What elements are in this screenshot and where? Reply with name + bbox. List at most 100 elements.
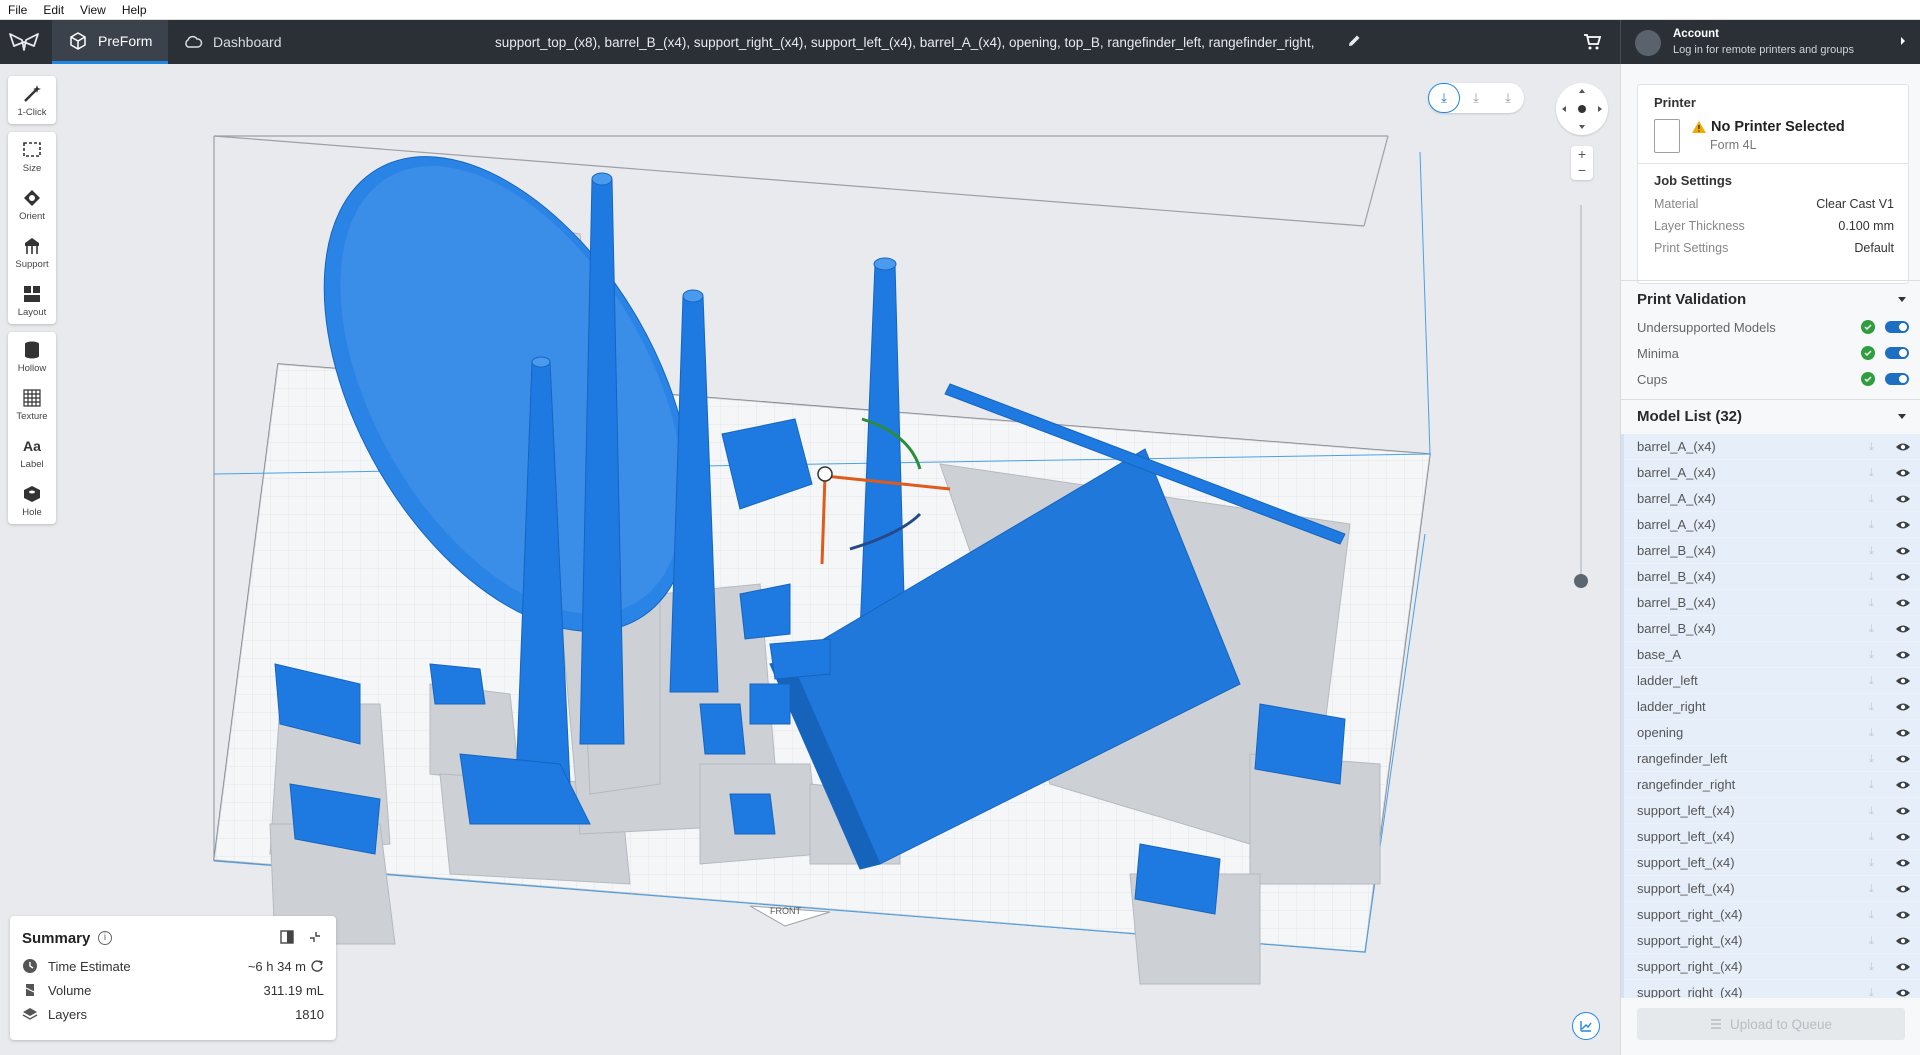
eye-icon[interactable] (1895, 493, 1911, 505)
view-mode-2-button[interactable]: ⤓ (1460, 83, 1492, 113)
menu-help[interactable]: Help (114, 3, 155, 17)
orientation-icon[interactable]: ⤓ (1869, 805, 1881, 817)
eye-icon[interactable] (1895, 701, 1911, 713)
orientation-icon[interactable]: ⤓ (1869, 987, 1881, 999)
info-icon[interactable]: i (98, 931, 112, 945)
eye-icon[interactable] (1895, 883, 1911, 895)
refresh-icon[interactable] (310, 959, 324, 973)
model-list-item[interactable]: support_left_(x4) ⤓ (1624, 798, 1920, 824)
orientation-icon[interactable]: ⤓ (1869, 519, 1881, 531)
model-list-item[interactable]: barrel_B_(x4) ⤓ (1624, 616, 1920, 642)
job-title[interactable]: support_top_(x8), barrel_B_(x4), support… (495, 20, 1314, 64)
eye-icon[interactable] (1895, 545, 1911, 557)
orientation-icon[interactable]: ⤓ (1869, 493, 1881, 505)
tool-orient[interactable]: Orient (8, 180, 56, 228)
minima-toggle[interactable] (1885, 347, 1909, 359)
eye-icon[interactable] (1895, 597, 1911, 609)
orientation-icon[interactable]: ⤓ (1869, 597, 1881, 609)
orientation-icon[interactable]: ⤓ (1869, 753, 1881, 765)
cups-toggle[interactable] (1885, 373, 1909, 385)
view-mode-3-button[interactable]: ⤓ (1492, 83, 1524, 113)
tool-layout[interactable]: Layout (8, 276, 56, 324)
tool-1click[interactable]: 1-Click (8, 76, 56, 124)
orientation-icon[interactable]: ⤓ (1869, 441, 1881, 453)
eye-icon[interactable] (1895, 779, 1911, 791)
zoom-out-button[interactable]: − (1571, 162, 1593, 178)
model-list-title[interactable]: Model List (32) (1637, 408, 1742, 425)
tab-preform[interactable]: PreForm (52, 20, 169, 64)
tool-size[interactable]: Size (8, 132, 56, 180)
orientation-icon[interactable]: ⤓ (1869, 779, 1881, 791)
model-list-item[interactable]: barrel_A_(x4) ⤓ (1624, 486, 1920, 512)
eye-icon[interactable] (1895, 987, 1911, 999)
eye-icon[interactable] (1895, 519, 1911, 531)
model-list-item[interactable]: barrel_A_(x4) ⤓ (1624, 434, 1920, 460)
tool-hollow[interactable]: Hollow (8, 332, 56, 380)
zoom-in-button[interactable]: + (1571, 146, 1593, 162)
upload-to-queue-button[interactable]: Upload to Queue (1637, 1008, 1905, 1040)
model-list-item[interactable]: barrel_A_(x4) ⤓ (1624, 512, 1920, 538)
eye-icon[interactable] (1895, 935, 1911, 947)
tool-support[interactable]: Support (8, 228, 56, 276)
layer-slider-track[interactable] (1580, 205, 1582, 585)
panel-toggle-icon[interactable] (280, 930, 294, 944)
model-list-item[interactable]: opening ⤓ (1624, 720, 1920, 746)
formlabs-logo-icon[interactable] (8, 28, 40, 56)
model-list-item[interactable]: support_left_(x4) ⤓ (1624, 824, 1920, 850)
orientation-icon[interactable]: ⤓ (1869, 857, 1881, 869)
layer-slider-handle[interactable] (1574, 574, 1588, 588)
menu-edit[interactable]: Edit (35, 3, 72, 17)
eye-icon[interactable] (1895, 857, 1911, 869)
camera-nav-pad[interactable] (1556, 83, 1608, 135)
cart-icon[interactable] (1582, 32, 1602, 52)
tool-hole[interactable]: Hole (8, 476, 56, 524)
orientation-icon[interactable]: ⤓ (1869, 701, 1881, 713)
eye-icon[interactable] (1895, 831, 1911, 843)
orientation-icon[interactable]: ⤓ (1869, 961, 1881, 973)
orientation-icon[interactable]: ⤓ (1869, 727, 1881, 739)
caret-down-icon[interactable] (1898, 414, 1906, 419)
view-mode-1-button[interactable]: ⤓ (1428, 83, 1460, 113)
model-list-item[interactable]: rangefinder_right ⤓ (1624, 772, 1920, 798)
eye-icon[interactable] (1895, 623, 1911, 635)
eye-icon[interactable] (1895, 649, 1911, 661)
tool-label[interactable]: Aa Label (8, 428, 56, 476)
printer-card[interactable]: Printer No Printer Selected Form 4L Job … (1637, 84, 1909, 284)
model-list-item[interactable]: support_right_(x4) ⤓ (1624, 928, 1920, 954)
model-list-item[interactable]: barrel_A_(x4) ⤓ (1624, 460, 1920, 486)
tool-texture[interactable]: Texture (8, 380, 56, 428)
account-button[interactable]: Account Log in for remote printers and g… (1620, 20, 1920, 64)
model-list-item[interactable]: barrel_B_(x4) ⤓ (1624, 590, 1920, 616)
caret-down-icon[interactable] (1898, 297, 1906, 302)
edit-pencil-icon[interactable] (1346, 33, 1362, 49)
print-validation-title[interactable]: Print Validation (1637, 291, 1746, 308)
orientation-icon[interactable]: ⤓ (1869, 909, 1881, 921)
model-list-item[interactable]: support_right_(x4) ⤓ (1624, 954, 1920, 980)
model-list-item[interactable]: support_right_(x4) ⤓ (1624, 902, 1920, 928)
model-list[interactable]: barrel_A_(x4) ⤓ barrel_A_(x4) ⤓ barrel_A_(x4… (1621, 434, 1920, 998)
eye-icon[interactable] (1895, 675, 1911, 687)
model-list-item[interactable]: barrel_B_(x4) ⤓ (1624, 564, 1920, 590)
orientation-icon[interactable]: ⤓ (1869, 883, 1881, 895)
orientation-icon[interactable]: ⤓ (1869, 675, 1881, 687)
model-list-item[interactable]: rangefinder_left ⤓ (1624, 746, 1920, 772)
eye-icon[interactable] (1895, 571, 1911, 583)
menu-view[interactable]: View (72, 3, 114, 17)
model-list-item[interactable]: ladder_right ⤓ (1624, 694, 1920, 720)
orientation-icon[interactable]: ⤓ (1869, 571, 1881, 583)
orientation-icon[interactable]: ⤓ (1869, 467, 1881, 479)
orientation-icon[interactable]: ⤓ (1869, 623, 1881, 635)
orientation-icon[interactable]: ⤓ (1869, 545, 1881, 557)
orientation-icon[interactable]: ⤓ (1869, 935, 1881, 947)
build-scene[interactable]: FRONT (0, 64, 1620, 1055)
collapse-icon[interactable] (308, 930, 322, 944)
scene-viewport[interactable]: FRONT 1-Click Size Orient Support Layout (0, 64, 1620, 1055)
orientation-icon[interactable]: ⤓ (1869, 649, 1881, 661)
eye-icon[interactable] (1895, 467, 1911, 479)
model-list-item[interactable]: barrel_B_(x4) ⤓ (1624, 538, 1920, 564)
model-list-item[interactable]: base_A ⤓ (1624, 642, 1920, 668)
tab-dashboard[interactable]: Dashboard (167, 20, 298, 64)
eye-icon[interactable] (1895, 753, 1911, 765)
screenshot-button[interactable] (1572, 1012, 1600, 1040)
undersupported-toggle[interactable] (1885, 321, 1909, 333)
